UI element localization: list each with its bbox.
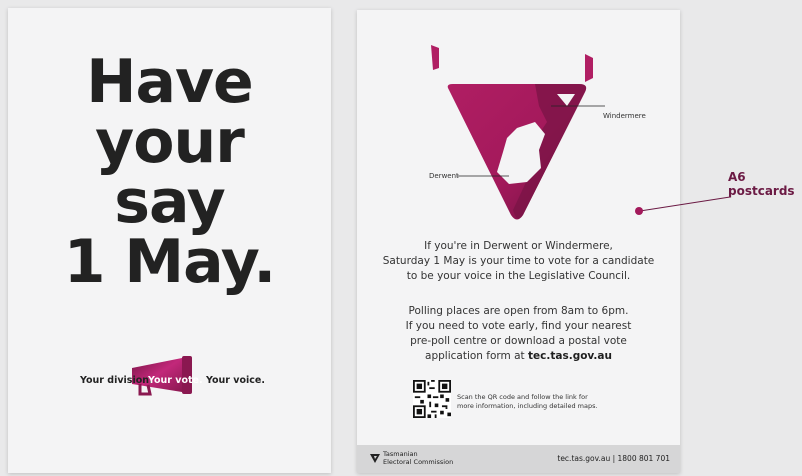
text-line: If you need to vote early, find your nea… [405, 320, 632, 332]
text-line: application form at tec.tas.gov.au [377, 349, 660, 364]
headline-line: 1 May. [63, 227, 276, 297]
map-label-derwent: Derwent [429, 172, 459, 180]
tagline-middle: Your vote. [148, 375, 203, 386]
qr-instructions: Scan the QR code and follow the link for… [457, 393, 598, 411]
corner-mark-right [585, 54, 593, 82]
footer-bar: Tasmanian Electoral Commission tec.tas.g… [357, 445, 680, 473]
tagline: Your division. Your vote. Your voice. [8, 356, 331, 398]
annotation-label: A6 postcards [728, 170, 795, 198]
corner-mark-left [431, 45, 439, 70]
division-map-logo [431, 45, 605, 220]
organisation-name: Tasmanian Electoral Commission [383, 450, 454, 466]
map-label-windermere: Windermere [603, 112, 646, 120]
qr-code [413, 380, 451, 418]
text-line: A6 [728, 170, 746, 184]
polling-paragraph: Polling places are open from 8am to 6pm.… [377, 304, 660, 364]
text-line: to be your voice in the Legislative Coun… [406, 270, 631, 282]
text-line: pre-poll centre or download a postal vot… [410, 335, 627, 347]
tagline-left: Your division. [80, 375, 153, 386]
text-line: postcards [728, 184, 795, 198]
text-line: Saturday 1 May is your time to vote for … [382, 255, 655, 267]
back-postcard: Windermere Derwent If you're in Derwent … [357, 10, 680, 473]
text-line: more information, including detailed map… [457, 402, 598, 410]
website-link[interactable]: tec.tas.gov.au [528, 350, 612, 362]
headline: Have your say 1 May. [8, 52, 331, 292]
headline-line: say [114, 167, 225, 237]
text-line: Polling places are open from 8am to 6pm. [408, 305, 629, 317]
text-line: Electoral Commission [383, 457, 454, 466]
text-line: If you're in Derwent or Windermere, [424, 240, 613, 252]
text-span: application form at [425, 350, 528, 362]
footer-contact: tec.tas.gov.au | 1800 801 701 [557, 454, 670, 463]
tagline-right: Your voice. [206, 375, 265, 386]
tec-logo-icon [370, 454, 380, 463]
headline-line: Have [86, 47, 254, 117]
headline-line: your [95, 107, 245, 177]
intro-paragraph: If you're in Derwent or Windermere, Satu… [377, 239, 660, 284]
text-line: Scan the QR code and follow the link for [457, 393, 588, 401]
front-postcard: Have your say 1 May. Your division. Your… [8, 8, 331, 473]
